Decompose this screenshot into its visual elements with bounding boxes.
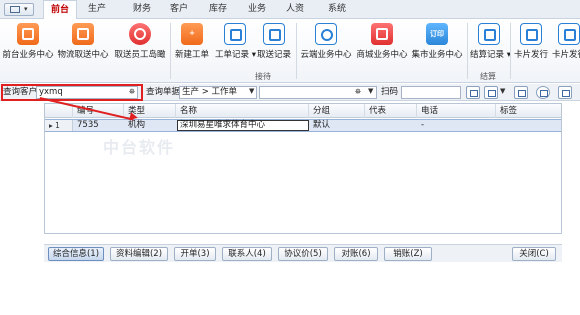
header-phone[interactable]: 电话 [418,104,496,118]
logistics-center-button[interactable]: 物流取送中心 [57,21,109,69]
ribbon-divider [510,23,511,79]
new-document-icon: + [181,23,203,45]
tab-production[interactable]: 生产 [82,0,112,19]
row-indicator[interactable]: ▸ 1 [45,120,73,131]
delivery-records-button[interactable]: 取送记录 [256,21,292,69]
contacts-button[interactable]: 联系人(4) [222,247,272,261]
list-view-icon[interactable] [466,86,480,99]
chevron-down-icon: ▾ [24,5,28,13]
card-icon [558,23,580,45]
card-issue-button[interactable]: 卡片发行 [513,21,549,69]
ribbon-divider [170,23,171,79]
work-order-records-label: 工单记录 ▾ [215,50,256,60]
cell-group: 默认 [313,120,331,130]
location-pin-icon [129,23,151,45]
courier-map-button[interactable]: 取送员工岛瞰 [112,21,168,69]
tab-inventory[interactable]: 库存 [203,0,233,19]
card-issue-button-2[interactable]: 卡片发行 [551,21,580,69]
front-desk-icon [17,23,39,45]
app-menu-icon [10,6,20,13]
app-menu-button[interactable]: ▾ [4,3,34,16]
overview-button[interactable]: 综合信息(1) [48,247,104,261]
cell-name[interactable]: 深圳易星唯求体育中心 [177,120,309,131]
card-issue-label-2: 卡片发行 [551,50,580,60]
market-business-center-label: 集市业务中心 [411,50,463,60]
settlement-records-label: 结算记录 ▾ [470,50,511,60]
tab-system[interactable]: 系统 [322,0,352,19]
header-name[interactable]: 名称 [177,104,309,118]
ribbon-divider [467,23,468,79]
settings-icon[interactable] [484,86,498,99]
export-icon[interactable] [558,86,572,99]
chevron-down-icon[interactable]: ▼ [500,87,505,95]
highlight-box [1,84,143,101]
market-icon: 订印 [426,23,448,45]
reconcile-button[interactable]: 对账(6) [334,247,378,261]
cell-rep [366,120,369,131]
market-business-center-button[interactable]: 订印 集市业务中心 [410,21,464,69]
card-icon [520,23,542,45]
scan-label: 扫码 [381,87,399,97]
tab-business[interactable]: 业务 [242,0,272,19]
chevron-down-icon[interactable]: ▼ [368,87,373,95]
agreement-price-button[interactable]: 协议价(5) [278,247,328,261]
document-query-label: 查询单据 [146,87,181,97]
box-icon [72,23,94,45]
cloud-business-center-label: 云端业务中心 [300,50,352,60]
logistics-center-label: 物流取送中心 [57,50,109,60]
create-order-button[interactable]: 开单(3) [174,247,216,261]
clipboard-icon [263,23,285,45]
front-desk-center-button[interactable]: 前台业务中心 [2,21,54,69]
header-tag[interactable]: 标签 [497,104,561,118]
binoculars-icon[interactable]: ⛯ [352,87,364,97]
settlement-icon [478,23,500,45]
list-icon [224,23,246,45]
new-work-order-label: 新建工单 [174,50,209,60]
cell-tag [497,120,500,131]
work-order-records-button[interactable]: 工单记录 ▾ [215,21,256,69]
scan-input[interactable] [401,86,461,99]
courier-map-label: 取送员工岛瞰 [114,50,166,60]
delivery-records-label: 取送记录 [256,50,291,60]
front-desk-center-label: 前台业务中心 [2,50,54,60]
mall-business-center-button[interactable]: 商城业务中心 [356,21,408,69]
settlement-records-button[interactable]: 结算记录 ▾ [470,21,511,69]
action-bar: 综合信息(1) 资料编辑(2) 开单(3) 联系人(4) 协议价(5) 对账(6… [44,244,562,262]
chevron-down-icon[interactable]: ▼ [249,87,254,95]
edit-profile-button[interactable]: 资料编辑(2) [110,247,168,261]
header-rep[interactable]: 代表 [366,104,417,118]
tab-finance[interactable]: 财务 [127,0,157,19]
table-row[interactable]: ▸ 1 7535 机构 深圳易星唯求体育中心 默认 - [45,119,561,132]
menu-bar: ▾ 前台 生产 财务 客户 库存 业务 人资 系统 [0,0,580,20]
cloud-icon [315,23,337,45]
tab-customer[interactable]: 客户 [164,0,194,19]
card-issue-label: 卡片发行 [513,50,548,60]
ribbon: 前台业务中心 物流取送中心 取送员工岛瞰 + 新建工单 工单记录 ▾ 取送记录 … [0,19,580,83]
cloud-business-center-button[interactable]: 云端业务中心 [298,21,354,69]
mall-business-center-label: 商城业务中心 [356,50,408,60]
clock-icon[interactable] [536,86,550,99]
ribbon-divider [296,23,297,79]
new-work-order-button[interactable]: + 新建工单 [172,21,212,69]
tab-hr[interactable]: 人资 [280,0,310,19]
tab-front-desk[interactable]: 前台 [43,0,77,20]
print-icon[interactable] [514,86,528,99]
group-label-reception: 接待 [255,72,271,81]
group-label-settlement: 结算 [480,72,496,81]
header-indicator [45,104,73,118]
watermark: 中台软件 [103,138,176,157]
mall-icon [371,23,393,45]
close-button[interactable]: 关闭(C) [512,247,556,261]
header-group[interactable]: 分组 [310,104,365,118]
cell-phone: - [421,120,425,130]
customer-grid: 编号 类型 名称 分组 代表 电话 标签 ▸ 1 7535 机构 深圳易星唯求体… [44,103,562,234]
document-type-select[interactable]: 生产 > 工作单 [179,86,257,99]
cell-type: 机构 [128,120,146,130]
write-off-button[interactable]: 销账(Z) [384,247,432,261]
cell-id: 7535 [77,120,99,130]
